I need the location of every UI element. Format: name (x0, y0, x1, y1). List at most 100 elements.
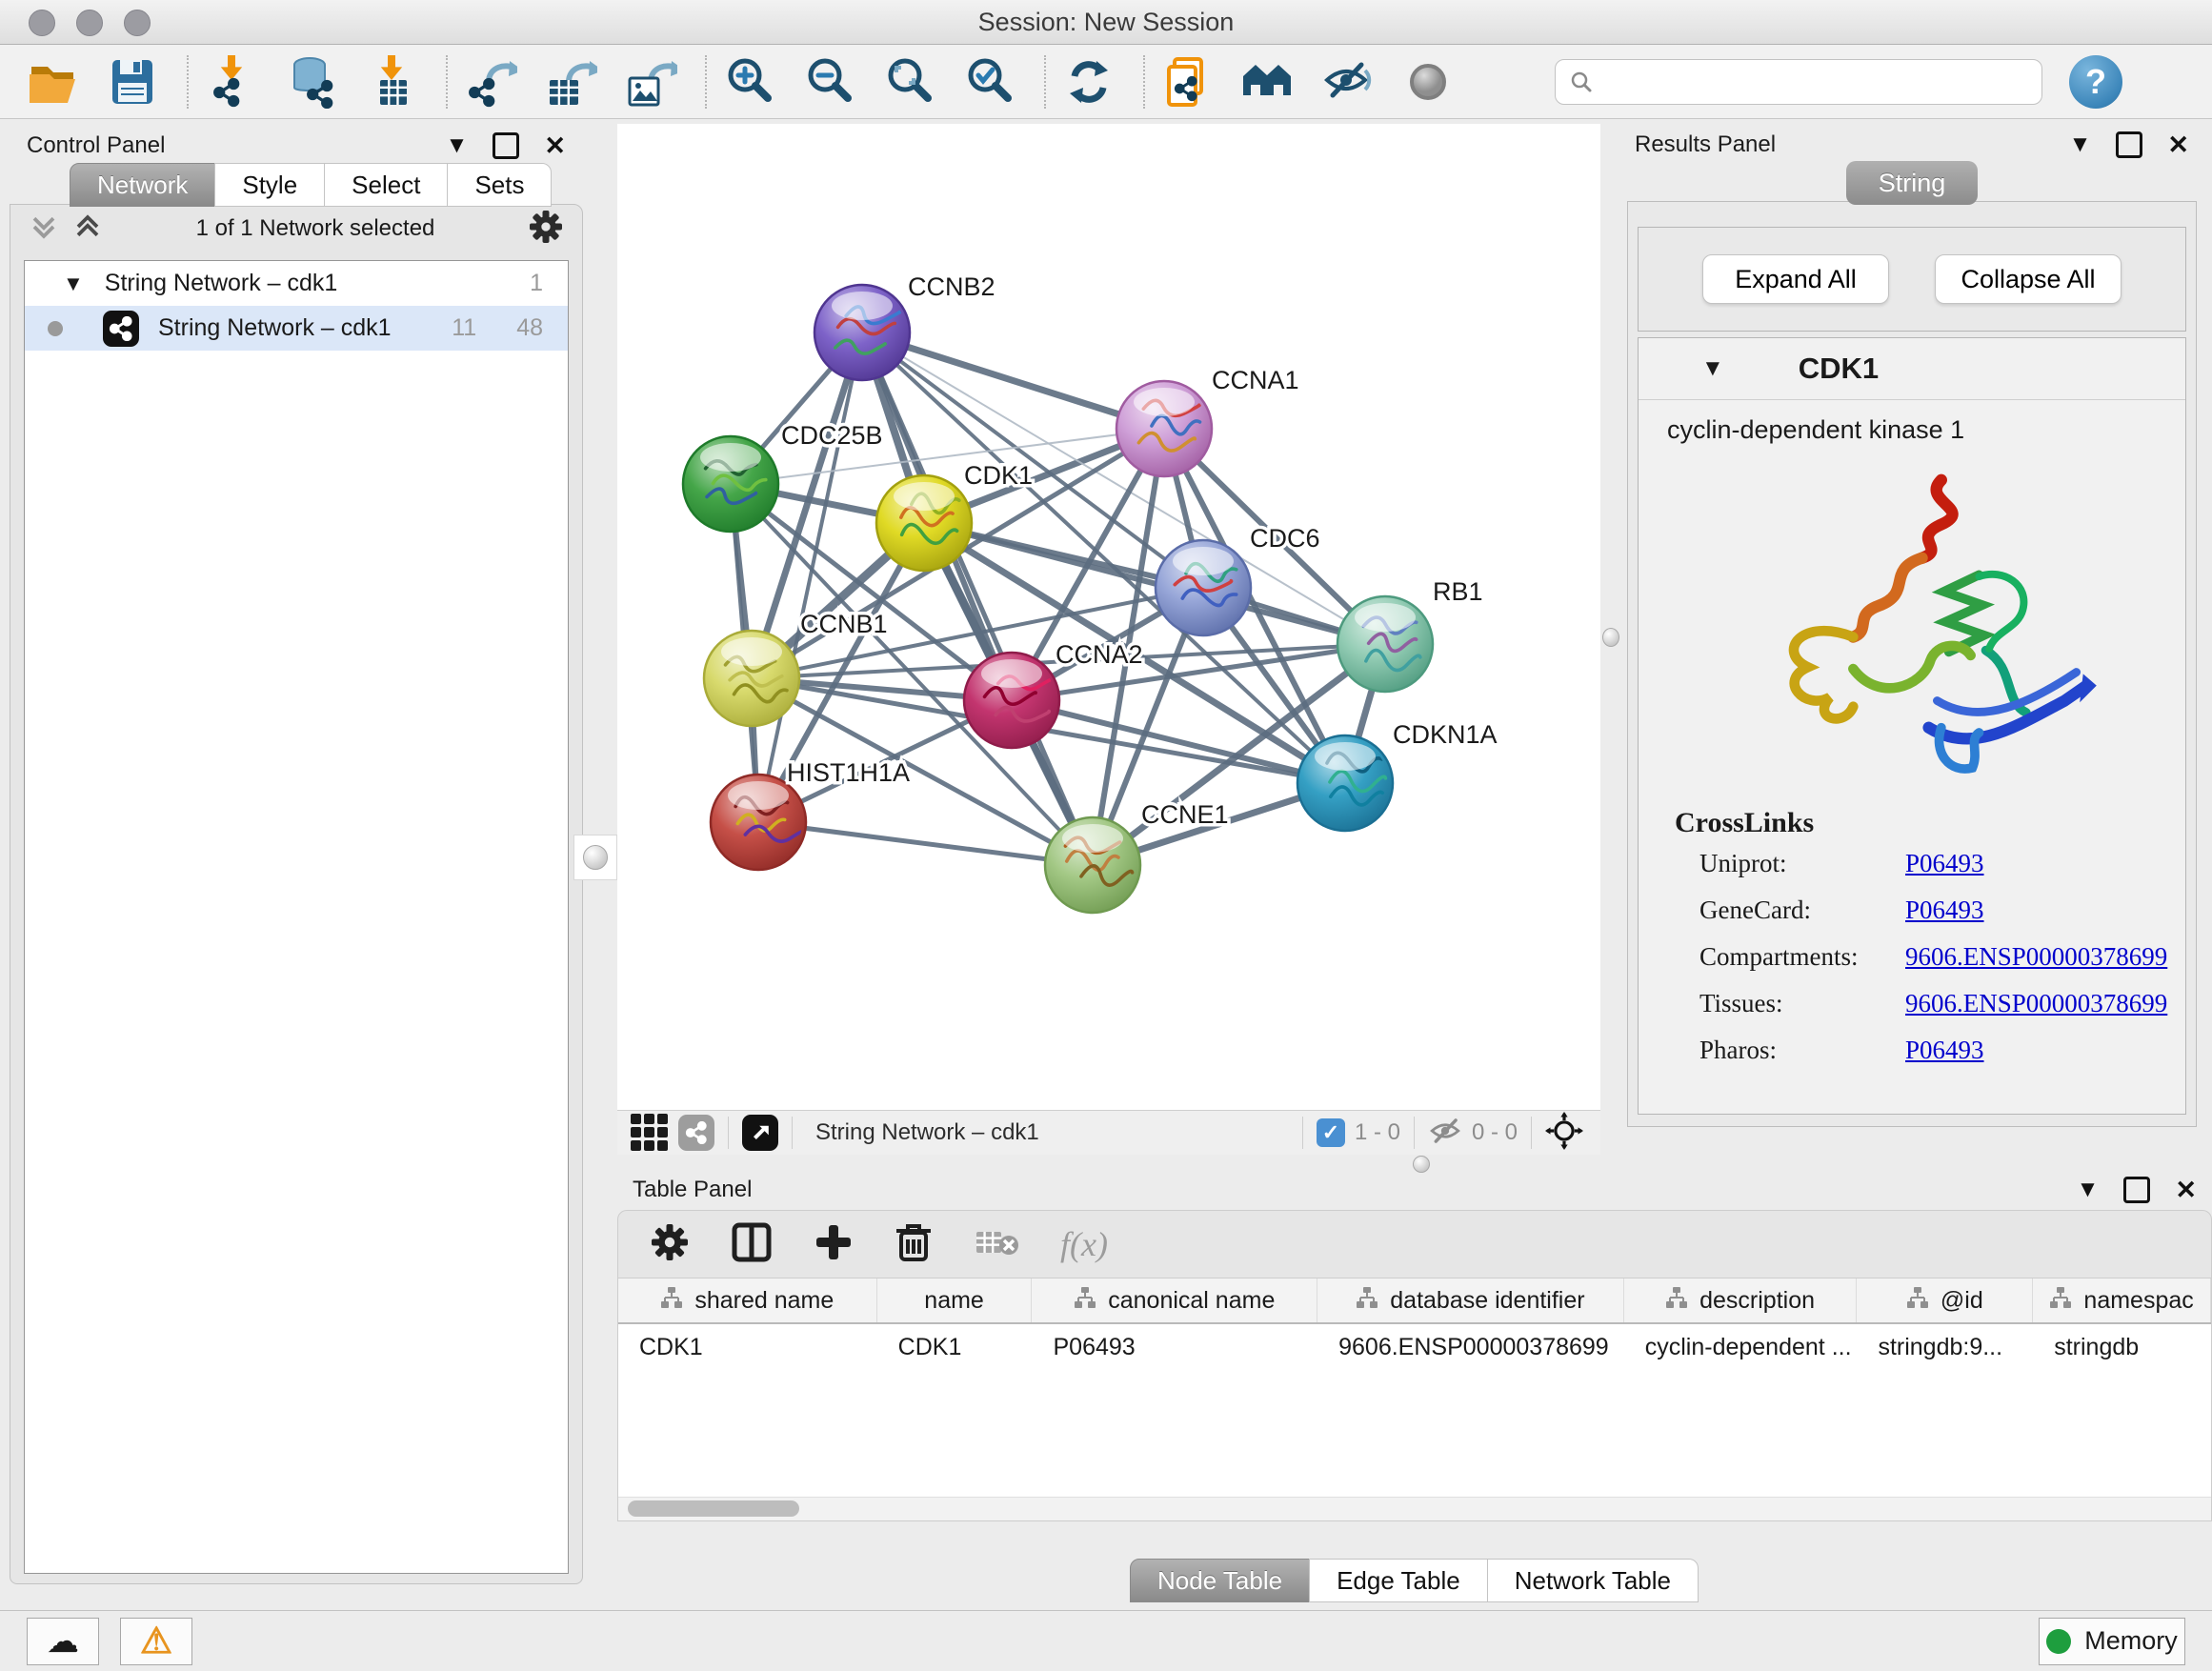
collection-expand-caret-icon[interactable]: ▼ (63, 272, 84, 296)
hidden-items-eye-slash-icon[interactable] (1428, 1114, 1462, 1153)
birds-eye-grid-icon[interactable] (629, 1105, 671, 1160)
crosslink-link[interactable]: P06493 (1905, 849, 1984, 878)
import-table-button[interactable] (364, 54, 419, 110)
open-session-button[interactable] (25, 54, 80, 110)
export-image-button[interactable] (623, 54, 678, 110)
clone-network-button[interactable] (1160, 54, 1216, 110)
column-header-canonical-name[interactable]: canonical name (1032, 1278, 1317, 1322)
cloud-button[interactable]: ☁ (27, 1618, 99, 1665)
network-node-cdkn1a[interactable] (1297, 735, 1393, 831)
refresh-button[interactable] (1061, 54, 1116, 110)
cell[interactable]: P06493 (1032, 1334, 1317, 1361)
column-header--id[interactable]: @id (1857, 1278, 2033, 1322)
inactive-eye-button[interactable] (1400, 54, 1456, 110)
zoom-in-button[interactable] (722, 54, 777, 110)
export-network-button[interactable] (463, 54, 518, 110)
crosslink-link[interactable]: P06493 (1905, 1036, 1984, 1065)
column-header-namespac[interactable]: namespac (2033, 1278, 2211, 1322)
network-canvas[interactable]: CCNB2CCNA1CDC25BCDK1CDC6RB1CCNB1CCNA2CDK… (617, 124, 1600, 1110)
import-network-button[interactable] (204, 54, 259, 110)
entry-expand-caret-icon[interactable]: ▼ (1701, 355, 1724, 382)
results-scroll-area[interactable]: ▼ CDK1 cyclin-dependent kinase 1 CrossLi… (1638, 337, 2186, 1115)
cell[interactable]: stringdb (2033, 1334, 2211, 1361)
string-home-button[interactable] (1240, 54, 1296, 110)
expand-all-button[interactable]: Expand All (1702, 254, 1889, 304)
fit-selected-crosshair-icon[interactable] (1545, 1112, 1583, 1155)
panel-menu-caret-icon[interactable]: ▼ (2077, 1178, 2100, 1201)
network-edge[interactable] (758, 332, 862, 822)
column-header-shared-name[interactable]: shared name (618, 1278, 877, 1322)
left-splitter-grip[interactable] (573, 835, 617, 880)
close-panel-icon[interactable]: ✕ (2175, 1178, 2197, 1203)
column-header-name[interactable]: name (877, 1278, 1033, 1322)
network-collection-row[interactable]: ▼ String Network – cdk1 1 (25, 261, 568, 306)
network-node-cdk1[interactable] (876, 475, 972, 571)
collapse-all-button[interactable]: Collapse All (1935, 254, 2122, 304)
cell[interactable]: stringdb:9... (1857, 1334, 2033, 1361)
cell[interactable]: CDK1 (877, 1334, 1033, 1361)
show-columns-button[interactable] (731, 1221, 773, 1268)
cell[interactable]: CDK1 (618, 1334, 877, 1361)
delete-table-button[interactable] (975, 1226, 1018, 1263)
tab-node-table[interactable]: Node Table (1130, 1559, 1310, 1602)
table-settings-gear-button[interactable] (651, 1223, 689, 1266)
float-panel-icon[interactable] (2123, 1177, 2150, 1203)
horizontal-scrollbar[interactable] (618, 1497, 2211, 1520)
delete-column-button[interactable] (895, 1221, 933, 1268)
network-node-hist1h1a[interactable] (711, 775, 806, 870)
column-header-description[interactable]: description (1624, 1278, 1858, 1322)
zoom-out-button[interactable] (802, 54, 857, 110)
panel-menu-caret-icon[interactable]: ▼ (2069, 133, 2092, 156)
network-row[interactable]: String Network – cdk1 11 48 (25, 306, 568, 351)
network-node-ccna2[interactable] (964, 653, 1059, 748)
zoom-selected-button[interactable] (962, 54, 1017, 110)
open-in-new-window-icon[interactable] (742, 1115, 778, 1151)
close-panel-icon[interactable]: ✕ (544, 133, 566, 159)
float-panel-icon[interactable] (493, 132, 519, 159)
add-column-button[interactable] (814, 1223, 853, 1266)
network-node-cdc25b[interactable] (683, 436, 778, 532)
network-share-icon[interactable] (678, 1115, 714, 1151)
function-builder-button[interactable]: f(x) (1060, 1224, 1108, 1264)
tab-style[interactable]: Style (214, 163, 325, 207)
scrollbar-thumb[interactable] (628, 1500, 799, 1517)
network-node-cdc6[interactable] (1156, 540, 1251, 635)
help-button[interactable]: ? (2069, 55, 2122, 109)
crosslink-link[interactable]: 9606.ENSP00000378699 (1905, 989, 2167, 1018)
network-node-ccna1[interactable] (1116, 381, 1212, 476)
cell[interactable]: cyclin-dependent ... (1624, 1334, 1858, 1361)
save-session-button[interactable] (105, 54, 160, 110)
column-header-database-identifier[interactable]: database identifier (1317, 1278, 1624, 1322)
tab-network[interactable]: Network (70, 163, 215, 207)
import-database-button[interactable] (284, 54, 339, 110)
crosslink-link[interactable]: 9606.ENSP00000378699 (1905, 942, 2167, 972)
memory-button[interactable]: Memory (2039, 1618, 2185, 1665)
float-panel-icon[interactable] (2116, 131, 2142, 158)
search-box[interactable] (1555, 59, 2042, 105)
tab-edge-table[interactable]: Edge Table (1309, 1559, 1488, 1602)
network-options-gear-icon[interactable] (529, 210, 563, 249)
collapse-all-networks-icon[interactable] (30, 212, 58, 246)
network-node-rb1[interactable] (1337, 596, 1433, 692)
table-row[interactable]: CDK1CDK1P064939606.ENSP00000378699cyclin… (618, 1324, 2211, 1370)
panel-menu-caret-icon[interactable]: ▼ (446, 134, 469, 157)
export-table-button[interactable] (543, 54, 598, 110)
close-panel-icon[interactable]: ✕ (2167, 132, 2189, 158)
tab-network-table[interactable]: Network Table (1487, 1559, 1699, 1602)
tab-sets[interactable]: Sets (447, 163, 552, 207)
search-input[interactable] (1594, 68, 2017, 96)
warnings-button[interactable]: ⚠ (120, 1618, 192, 1665)
graphics-details-button[interactable] (1320, 54, 1376, 110)
selected-items-checkbox[interactable]: ✓ (1317, 1118, 1345, 1147)
right-splitter-grip[interactable] (1602, 617, 1619, 657)
cell[interactable]: 9606.ENSP00000378699 (1317, 1334, 1624, 1361)
bottom-splitter-grip[interactable] (1402, 1157, 1440, 1172)
expand-all-networks-icon[interactable] (73, 212, 102, 246)
tab-select[interactable]: Select (324, 163, 448, 207)
zoom-fit-button[interactable] (882, 54, 937, 110)
network-edge[interactable] (758, 822, 1093, 865)
network-node-ccne1[interactable] (1045, 817, 1140, 913)
crosslink-link[interactable]: P06493 (1905, 896, 1984, 925)
result-entry-header[interactable]: ▼ CDK1 (1639, 338, 2185, 400)
network-node-ccnb2[interactable] (814, 285, 910, 380)
